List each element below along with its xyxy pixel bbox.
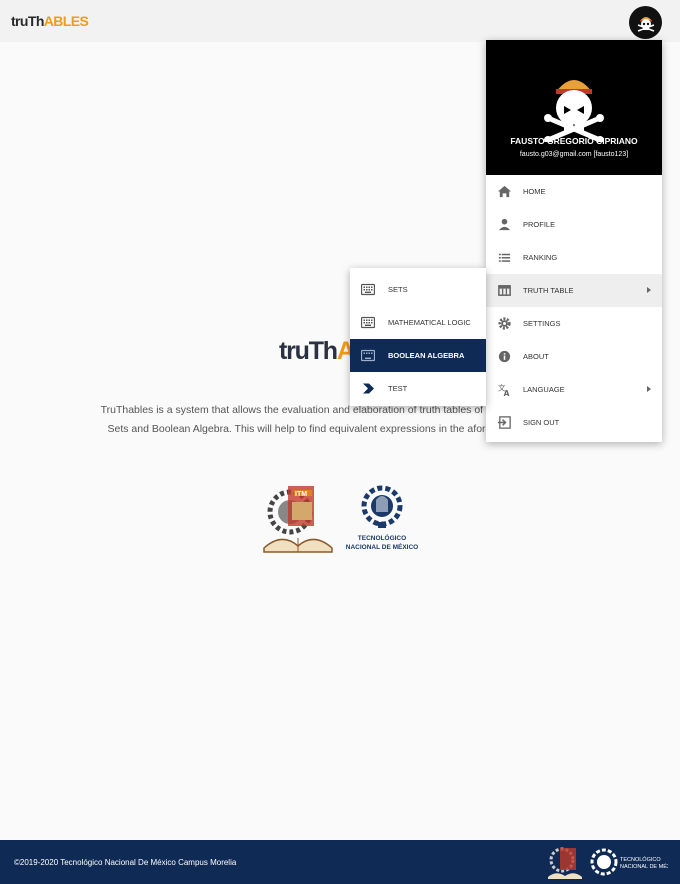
logo-text-part2: ABLES [43,13,89,29]
submenu-item-label: TEST [388,384,408,393]
user-name: FAUSTO GREGORIO CIPRIANO [510,136,638,146]
main-logo-part1: truTh [279,337,338,365]
gear-icon [498,317,511,330]
menu-item-settings[interactable]: SETTINGS [486,307,662,340]
profile-header: FAUSTO GREGORIO CIPRIANO fausto.g03@gmai… [486,40,662,175]
menu-item-label: SIGN OUT [523,418,560,427]
menu-item-sign-out[interactable]: SIGN OUT [486,406,662,439]
table-icon [498,285,511,296]
menu-item-ranking[interactable]: RANKING [486,241,662,274]
main-logo: truThA [279,337,355,366]
svg-text:TECNOLÓGICO: TECNOLÓGICO [620,856,661,863]
skull-profile-avatar-icon [544,80,604,142]
menu-item-label: RANKING [523,253,558,262]
menu-item-truth-table[interactable]: TRUTH TABLE [486,274,662,307]
menu-item-language[interactable]: 文A LANGUAGE [486,373,662,406]
menu-item-about[interactable]: ABOUT [486,340,662,373]
menu-item-label: LANGUAGE [523,385,565,394]
top-bar: truThABLES [0,0,680,42]
keyboard-icon [361,316,375,329]
submenu-item-label: BOOLEAN ALGEBRA [388,351,465,360]
chevron-right-icon [363,383,374,394]
menu-item-home[interactable]: HOME [486,175,662,208]
list-icon [498,253,511,262]
submenu-arrow-icon [647,287,651,293]
menu-item-label: HOME [523,187,546,196]
keyboard-icon [361,283,375,296]
menu-item-label: ABOUT [523,352,549,361]
person-icon [498,218,511,231]
skull-avatar-icon [637,16,654,32]
account-avatar-button[interactable] [629,6,662,39]
tecnm-logo: TECNOLÓGICO NACIONAL DE MÉXICO [346,485,418,551]
menu-item-profile[interactable]: PROFILE [486,208,662,241]
keyboard-icon [361,349,375,362]
submenu-item-mathematical-logic[interactable]: MATHEMATICAL LOGIC [350,306,486,339]
footer-tecnm-logo: TECNOLÓGICO NACIONAL DE MÉXICO [590,848,668,876]
submenu-arrow-icon [647,386,651,392]
svg-text:NACIONAL DE MÉXICO: NACIONAL DE MÉXICO [620,863,668,870]
sign-out-icon [497,416,511,429]
footer-itm-logo [548,847,582,879]
svg-text:NACIONAL DE MÉXICO: NACIONAL DE MÉXICO [346,542,418,551]
svg-text:TECNOLÓGICO: TECNOLÓGICO [358,533,406,542]
submenu-item-label: MATHEMATICAL LOGIC [388,318,471,327]
menu-item-label: PROFILE [523,220,556,229]
app-logo[interactable]: truThABLES [11,13,89,29]
svg-text:ITM: ITM [295,491,307,498]
translate-icon: 文A [498,382,510,397]
logo-text-part1: truTh [11,13,44,29]
user-email: fausto.g03@gmail.com [fausto123] [519,151,629,158]
profile-menu: FAUSTO GREGORIO CIPRIANO fausto.g03@gmai… [486,40,662,442]
menu-item-label: SETTINGS [523,319,561,328]
itm-logo: ITM [263,486,333,553]
menu-item-label: TRUTH TABLE [523,286,574,295]
submenu-item-boolean-algebra[interactable]: BOOLEAN ALGEBRA [350,339,486,372]
info-icon [498,350,511,363]
svg-text:A: A [504,389,510,397]
truth-table-submenu: SETS MATHEMATICAL LOGIC BOOLEAN ALGEBRA … [350,268,486,406]
submenu-item-sets[interactable]: SETS [350,273,486,306]
submenu-item-test[interactable]: TEST [350,372,486,405]
home-icon [497,185,512,198]
submenu-item-label: SETS [388,285,408,294]
footer-copyright: ©2019-2020 Tecnológico Nacional De Méxic… [14,858,237,867]
